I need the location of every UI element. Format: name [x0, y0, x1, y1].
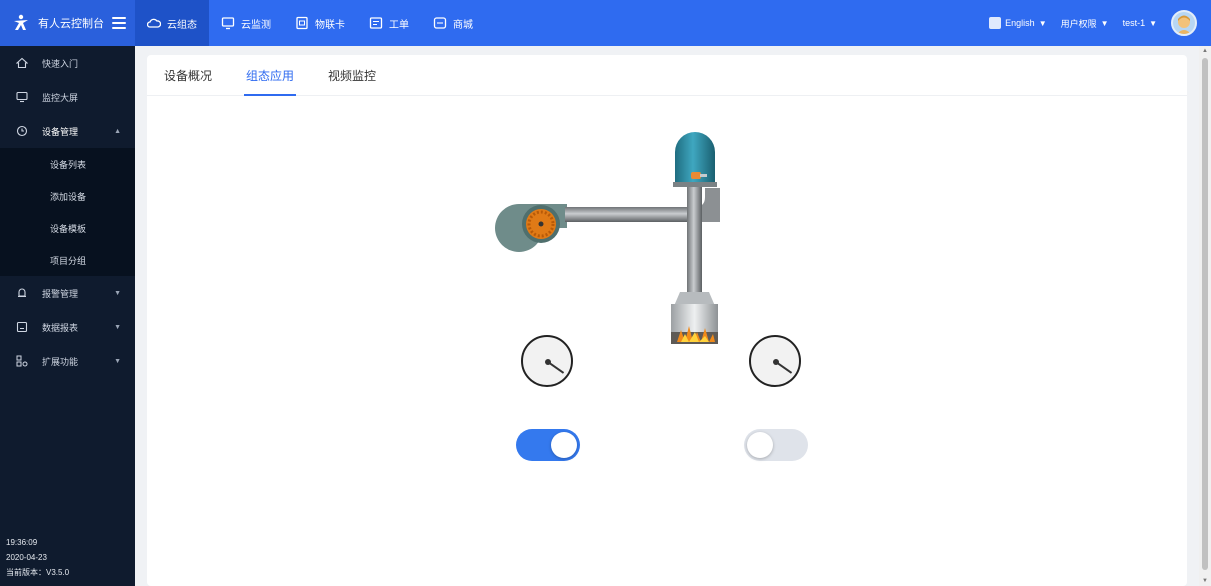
nav-label: 商城 — [453, 19, 473, 31]
tab-video-monitor[interactable]: 视频监控 — [328, 55, 392, 96]
sidebar-item-device-management[interactable]: 设备管理 ▲ — [0, 114, 135, 148]
sidebar-item-alarm-management[interactable]: 报警管理 ▼ — [0, 276, 135, 310]
top-right-actions: English ▼ 用户权限 ▼ test-1 ▼ — [989, 0, 1211, 46]
sidebar-subitem-label: 设备模板 — [50, 223, 87, 234]
caret-down-icon: ▼ — [114, 357, 121, 365]
sidebar-item-label: 扩展功能 — [42, 356, 79, 367]
clock-time: 19:36:09 — [6, 538, 38, 547]
menu-toggle-icon[interactable] — [112, 17, 126, 29]
caret-down-icon: ▼ — [114, 289, 121, 297]
pressure-gauge-right — [749, 335, 801, 387]
report-icon — [16, 321, 28, 333]
sidebar-item-monitor-screen[interactable]: 监控大屏 — [0, 80, 135, 114]
burner-hood-icon — [671, 292, 718, 344]
sidebar-item-label: 数据报表 — [42, 322, 79, 333]
gauge-hub — [545, 359, 551, 365]
username: test-1 — [1122, 18, 1146, 28]
tab-scada-app[interactable]: 组态应用 — [244, 55, 310, 96]
sidebar-subitem-label: 项目分组 — [50, 255, 87, 266]
user-menu[interactable]: test-1 ▼ — [1123, 18, 1157, 28]
main-panel: 设备概况 组态应用 视频监控 — [147, 55, 1187, 586]
extend-icon — [16, 355, 28, 367]
nav-label: 物联卡 — [315, 19, 345, 31]
brand: 有人云控制台 — [0, 0, 135, 46]
nav-label: 云组态 — [167, 19, 197, 31]
tab-label: 视频监控 — [328, 69, 377, 83]
horizontal-pipe — [565, 207, 705, 222]
sidebar-subitem-device-template[interactable]: 设备模板 — [0, 212, 135, 244]
sidebar: 快速入门 监控大屏 设备管理 ▲ 设备列表 添加设备 设备模板 项目分组 报警管… — [0, 46, 135, 586]
switch-right-off[interactable] — [744, 429, 808, 461]
sidebar-subitem-add-device[interactable]: 添加设备 — [0, 180, 135, 212]
scroll-up-icon[interactable]: ▲ — [1202, 48, 1208, 54]
caret-down-icon: ▼ — [1149, 18, 1157, 28]
monitor-icon — [221, 16, 235, 30]
top-nav: 云组态 云监测 物联卡 工单 商城 — [135, 0, 485, 46]
sidebar-item-quickstart[interactable]: 快速入门 — [0, 46, 135, 80]
logo-icon — [12, 14, 30, 32]
vertical-pipe-lower — [687, 208, 702, 292]
nav-label: 工单 — [389, 19, 409, 31]
tab-bar: 设备概况 组态应用 视频监控 — [147, 55, 1187, 96]
caret-down-icon: ▼ — [1100, 18, 1109, 28]
tab-label: 设备概况 — [164, 69, 213, 83]
blower-fan-icon — [495, 204, 567, 252]
sidebar-subitem-label: 添加设备 — [50, 191, 87, 202]
sidebar-subitem-device-list[interactable]: 设备列表 — [0, 148, 135, 180]
ticket-icon — [369, 16, 383, 30]
cloud-icon — [147, 16, 161, 30]
brand-title: 有人云控制台 — [38, 18, 104, 30]
shop-icon — [433, 16, 447, 30]
sidebar-item-label: 监控大屏 — [42, 92, 79, 103]
nav-label: 云监测 — [241, 19, 271, 31]
sidebar-item-data-report[interactable]: 数据报表 ▼ — [0, 310, 135, 344]
sidebar-item-label: 报警管理 — [42, 288, 79, 299]
permissions-label: 用户权限 — [1060, 18, 1097, 29]
caret-down-icon: ▼ — [1038, 18, 1047, 28]
nav-cloud-monitor[interactable]: 云监测 — [209, 0, 283, 46]
nav-cloud-scada[interactable]: 云组态 — [135, 0, 209, 46]
switch-left-on[interactable] — [516, 429, 580, 461]
sidebar-subitem-project-group[interactable]: 项目分组 — [0, 244, 135, 276]
nav-iot-card[interactable]: 物联卡 — [283, 0, 357, 46]
screen-icon — [16, 91, 28, 103]
clock-icon — [16, 125, 28, 137]
vertical-scrollbar[interactable]: ▲ ▼ — [1199, 46, 1211, 586]
gauge-hub — [773, 359, 779, 365]
caret-up-icon: ▲ — [114, 127, 121, 135]
sidebar-subitem-label: 设备列表 — [50, 159, 87, 170]
nav-shop[interactable]: 商城 — [421, 0, 485, 46]
tab-device-overview[interactable]: 设备概况 — [164, 55, 228, 96]
sidebar-footer: 19:36:09 2020-04-23 当前版本：V3.5.0 — [6, 535, 69, 580]
nav-ticket[interactable]: 工单 — [357, 0, 421, 46]
clock-date: 2020-04-23 — [6, 553, 47, 562]
sidebar-item-extensions[interactable]: 扩展功能 ▼ — [0, 344, 135, 378]
avatar[interactable] — [1171, 10, 1197, 36]
switch-knob — [551, 432, 577, 458]
sidebar-item-label: 设备管理 — [42, 126, 79, 137]
sidebar-item-label: 快速入门 — [42, 58, 79, 69]
scroll-down-icon[interactable]: ▼ — [1202, 578, 1208, 584]
sim-card-icon — [295, 16, 309, 30]
tank-icon — [673, 132, 717, 187]
top-bar: 有人云控制台 云组态 云监测 物联卡 工单 商城 English ▼ 用户权限 … — [0, 0, 1211, 46]
language-selector[interactable]: English ▼ — [989, 17, 1047, 29]
permissions-menu[interactable]: 用户权限 ▼ — [1061, 17, 1109, 30]
device-submenu: 设备列表 添加设备 设备模板 项目分组 — [0, 148, 135, 276]
caret-down-icon: ▼ — [114, 323, 121, 331]
language-icon — [989, 17, 1002, 29]
tab-label: 组态应用 — [246, 69, 295, 83]
home-icon — [16, 57, 28, 69]
version-text: 当前版本：V3.5.0 — [6, 568, 70, 577]
language-label: English — [1005, 18, 1035, 28]
scada-diagram — [495, 132, 720, 344]
scroll-thumb[interactable] — [1202, 58, 1208, 570]
switch-knob — [747, 432, 773, 458]
bell-icon — [16, 287, 28, 299]
pressure-gauge-left — [521, 335, 573, 387]
